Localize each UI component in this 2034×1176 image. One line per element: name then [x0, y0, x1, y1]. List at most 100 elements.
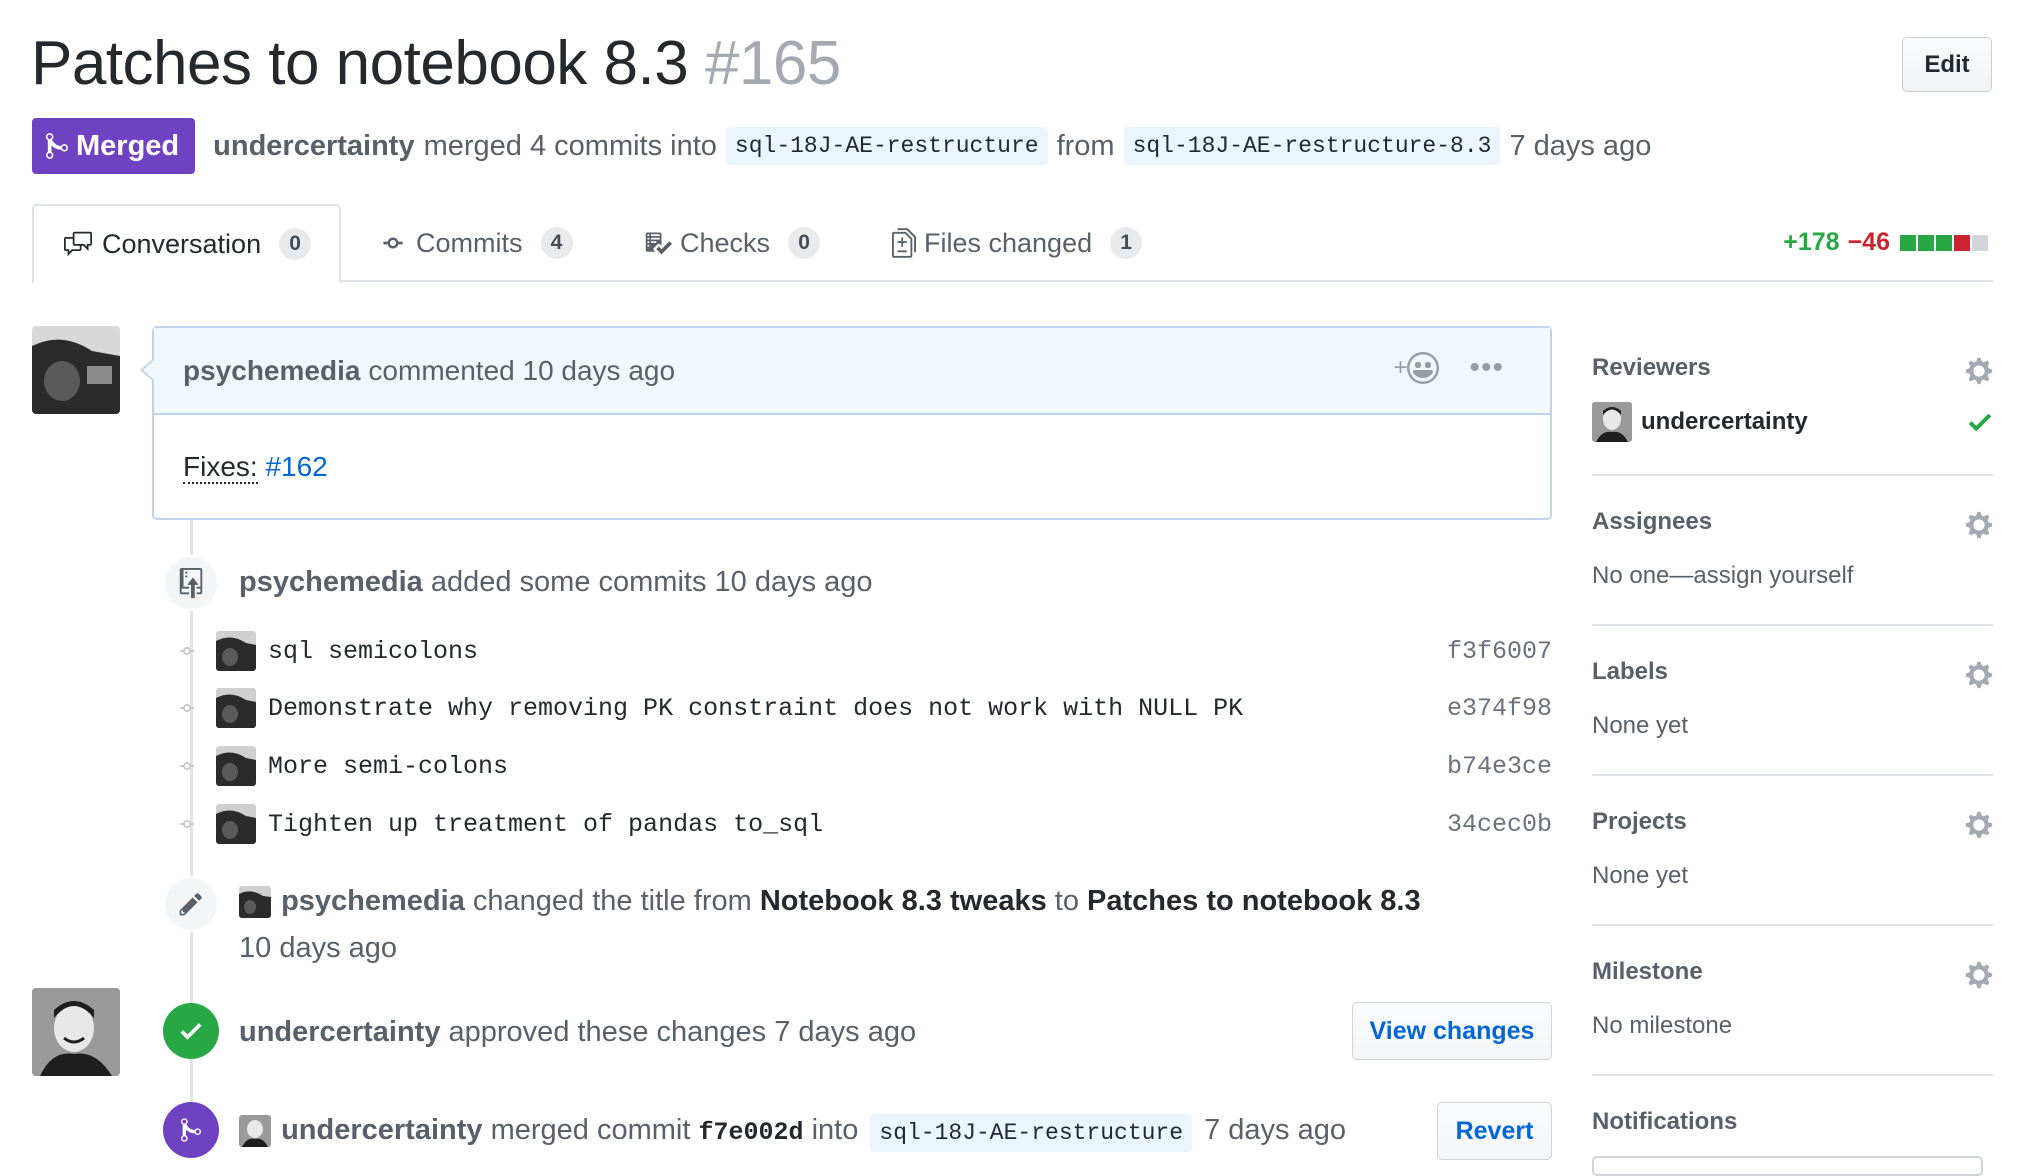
diffstat-block — [1954, 234, 1970, 251]
assignees-title[interactable]: Assignees — [1592, 508, 1993, 536]
commits-event-text: psychemedia added some commits 10 days a… — [239, 566, 873, 599]
avatar[interactable] — [216, 688, 256, 728]
smiley-icon — [1407, 352, 1440, 384]
merge-into-text: into — [811, 1114, 859, 1146]
revert-button[interactable]: Revert — [1437, 1102, 1552, 1160]
checklist-icon — [645, 232, 672, 255]
notifications-subscribe-button[interactable] — [1592, 1156, 1983, 1176]
avatar[interactable] — [216, 746, 256, 786]
tab-conversation[interactable]: Conversation 0 — [32, 204, 342, 284]
repo-push-badge — [163, 555, 219, 611]
merge-event-text1: merged commit — [490, 1114, 691, 1146]
tab-commits-label: Commits — [416, 227, 523, 258]
commits-event-author[interactable]: psychemedia — [239, 566, 423, 598]
merged-text: merged 4 commits into — [423, 129, 717, 162]
commit-message[interactable]: More semi-colons — [268, 752, 508, 781]
git-commit-icon — [175, 696, 199, 720]
milestone-value: No milestone — [1592, 1012, 1733, 1039]
labels-title[interactable]: Labels — [1592, 658, 1993, 686]
commit-message[interactable]: Tighten up treatment of pandas to_sql — [268, 810, 823, 839]
avatar-psychemedia[interactable] — [32, 326, 120, 414]
commit-row: sql semicolons f3f6007 — [175, 630, 1552, 672]
commit-message[interactable]: Demonstrate why removing PK constraint d… — [268, 694, 1243, 723]
avatar-undercertainty[interactable] — [32, 988, 120, 1076]
comment-actions: + ••• — [1393, 352, 1504, 384]
diffstat[interactable]: +178 −46 — [1783, 228, 1990, 257]
projects-title[interactable]: Projects — [1592, 808, 1993, 836]
merged-state-badge: Merged — [32, 118, 196, 174]
tab-checks-count: 0 — [788, 227, 821, 259]
git-merge-icon — [181, 1118, 201, 1142]
merge-commit-sha[interactable]: f7e002d — [698, 1118, 803, 1147]
merge-base-branch[interactable]: sql-18J-AE-restructure — [870, 1114, 1193, 1152]
commit-sha[interactable]: 34cec0b — [1447, 810, 1552, 839]
new-title: Patches to notebook 8.3 — [1087, 885, 1421, 917]
pencil-icon — [179, 893, 202, 916]
avatar[interactable] — [1592, 402, 1632, 442]
approve-event-author[interactable]: undercertainty — [239, 1016, 440, 1048]
view-changes-button[interactable]: View changes — [1352, 1002, 1552, 1060]
comment-body: Fixes: #162 — [154, 415, 1550, 519]
commits-event-desc: added some commits 10 days ago — [430, 566, 873, 598]
avatar[interactable] — [216, 804, 256, 844]
approved-badge — [163, 1003, 219, 1059]
gear-icon[interactable] — [1965, 810, 1993, 840]
assignees-value[interactable]: No one—assign yourself — [1592, 562, 1993, 590]
edit-button[interactable]: Edit — [1902, 37, 1992, 92]
rename-event-text1: changed the title from — [472, 885, 752, 917]
comment-header: psychemedia commented 10 days ago — [154, 328, 1550, 415]
rename-to-text: to — [1054, 885, 1079, 917]
sidebar: Reviewers undercertainty Assignees No on… — [1592, 330, 1993, 1136]
gear-icon[interactable] — [1965, 356, 1993, 386]
git-commit-icon — [175, 812, 199, 836]
gear-icon[interactable] — [1965, 960, 1993, 990]
check-icon — [1968, 413, 1992, 432]
gear-icon[interactable] — [1965, 660, 1993, 690]
git-commit-icon — [383, 237, 403, 249]
comment-author[interactable]: psychemedia — [183, 355, 360, 387]
merge-event-time[interactable]: 7 days ago — [1204, 1114, 1346, 1146]
check-icon — [180, 1023, 202, 1040]
sidebar-milestone: Milestone No milestone — [1592, 926, 1993, 1076]
file-diff-icon — [892, 228, 916, 258]
git-merge-icon — [46, 133, 68, 159]
milestone-title[interactable]: Milestone — [1592, 958, 1993, 986]
head-branch[interactable]: sql-18J-AE-restructure-8.3 — [1123, 127, 1501, 165]
tab-files-label: Files changed — [924, 227, 1093, 258]
tab-files-changed[interactable]: Files changed 1 — [892, 204, 1143, 282]
kebab-horizontal-icon[interactable]: ••• — [1469, 353, 1504, 383]
comment-meta[interactable]: commented 10 days ago — [368, 355, 675, 387]
pr-author-link[interactable]: undercertainty — [213, 130, 414, 163]
rename-event-time[interactable]: 10 days ago — [239, 932, 397, 965]
commit-sha[interactable]: f3f6007 — [1447, 637, 1552, 666]
reviewers-title[interactable]: Reviewers — [1592, 354, 1993, 382]
commit-sha[interactable]: e374f98 — [1447, 694, 1552, 723]
merge-event-text: undercertainty merged commit f7e002d int… — [239, 1114, 1346, 1152]
merge-event-author[interactable]: undercertainty — [281, 1114, 482, 1146]
add-reaction-button[interactable]: + — [1393, 352, 1440, 384]
issue-link[interactable]: #162 — [265, 451, 327, 482]
repo-push-icon — [179, 568, 203, 598]
avatar[interactable] — [239, 886, 271, 919]
reviewer-item[interactable]: undercertainty — [1592, 402, 1993, 442]
gear-icon[interactable] — [1965, 510, 1993, 540]
commit-row: Demonstrate why removing PK constraint d… — [175, 687, 1552, 729]
commit-message[interactable]: sql semicolons — [268, 637, 478, 666]
avatar[interactable] — [239, 1115, 271, 1148]
commit-row: Tighten up treatment of pandas to_sql 34… — [175, 803, 1552, 845]
merged-time: 7 days ago — [1509, 129, 1652, 162]
base-branch[interactable]: sql-18J-AE-restructure — [725, 127, 1048, 165]
git-commit-icon — [175, 754, 199, 778]
sidebar-projects: Projects None yet — [1592, 776, 1993, 926]
tab-checks-label: Checks — [680, 227, 771, 258]
tab-commits-count: 4 — [540, 227, 573, 259]
tab-commits[interactable]: Commits 4 — [378, 204, 573, 282]
diffstat-block — [1900, 234, 1916, 251]
tab-checks[interactable]: Checks 0 — [644, 204, 821, 282]
avatar[interactable] — [216, 631, 256, 671]
commit-sha[interactable]: b74e3ce — [1447, 752, 1552, 781]
rename-badge — [163, 876, 219, 932]
diffstat-additions: +178 — [1783, 228, 1840, 256]
pr-meta: Merged undercertainty merged 4 commits i… — [32, 118, 1651, 174]
rename-event-author[interactable]: psychemedia — [281, 885, 465, 917]
